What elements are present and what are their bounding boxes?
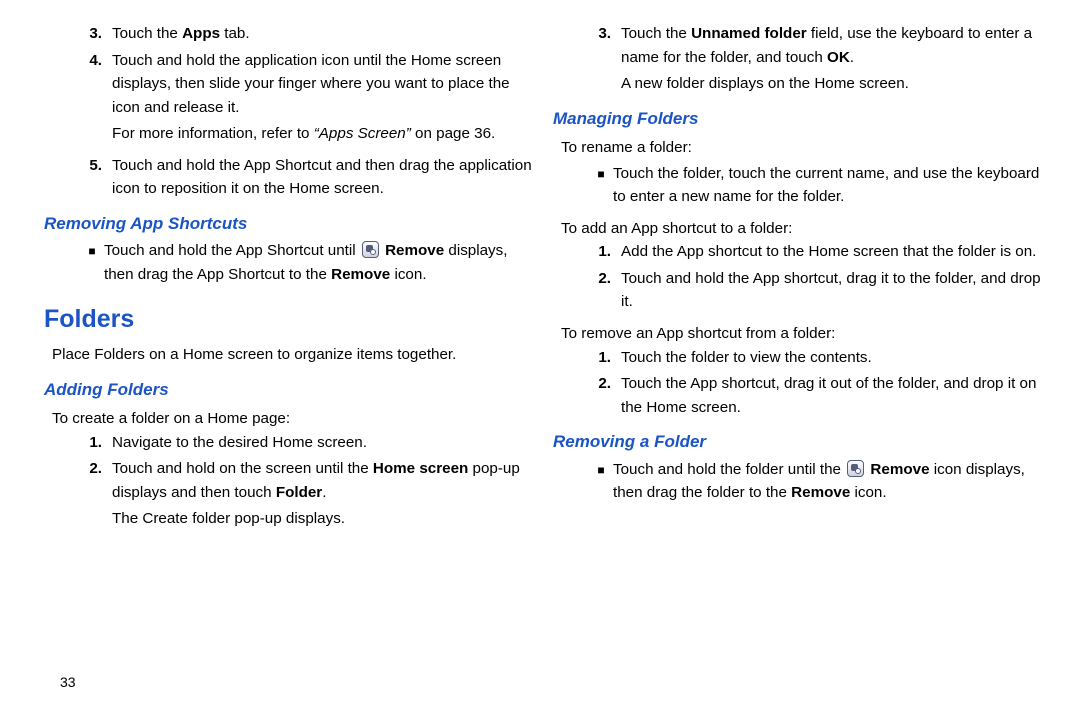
- step-5: 5. Touch and hold the App Shortcut and t…: [44, 154, 533, 201]
- remove-icon: [362, 241, 379, 258]
- step-number: 2.: [76, 457, 112, 504]
- add-step-2-note: The Create folder pop-up displays.: [44, 507, 533, 531]
- add-shortcut-intro: To add an App shortcut to a folder:: [553, 217, 1042, 241]
- step-text: Touch the Unnamed folder field, use the …: [621, 22, 1042, 69]
- step-3: 3. Touch the Apps tab.: [44, 22, 533, 46]
- step-number: 4.: [76, 49, 112, 120]
- step-number: 3.: [585, 22, 621, 69]
- page-number: 33: [60, 672, 76, 694]
- step-number: 1.: [76, 431, 112, 455]
- step-number: 2.: [585, 372, 621, 419]
- rename-intro: To rename a folder:: [553, 136, 1042, 160]
- folders-heading: Folders: [44, 300, 533, 339]
- step-text: Touch the App shortcut, drag it out of t…: [621, 372, 1042, 419]
- remove-shortcut-intro: To remove an App shortcut from a folder:: [553, 322, 1042, 346]
- bullet-text: Touch and hold the App Shortcut until Re…: [104, 239, 533, 286]
- bullet-text: Touch and hold the folder until the Remo…: [613, 458, 1042, 505]
- step-text: Touch the Apps tab.: [112, 22, 533, 46]
- step-text: Touch the folder to view the contents.: [621, 346, 1042, 370]
- r-step-3-note: A new folder displays on the Home screen…: [553, 72, 1042, 96]
- step-text: Touch and hold the App shortcut, drag it…: [621, 267, 1042, 314]
- rename-bullet: ■ Touch the folder, touch the current na…: [553, 162, 1042, 209]
- step-text: Touch and hold the App Shortcut and then…: [112, 154, 533, 201]
- step-number: 1.: [585, 346, 621, 370]
- removing-a-folder-heading: Removing a Folder: [553, 429, 1042, 455]
- step-text: Navigate to the desired Home screen.: [112, 431, 533, 455]
- step-text: Add the App shortcut to the Home screen …: [621, 240, 1042, 264]
- square-bullet-icon: ■: [589, 458, 613, 505]
- manual-page: 3. Touch the Apps tab. 4. Touch and hold…: [0, 0, 1080, 720]
- remS-step-1: 1. Touch the folder to view the contents…: [553, 346, 1042, 370]
- add-step-1: 1. Navigate to the desired Home screen.: [44, 431, 533, 455]
- square-bullet-icon: ■: [589, 162, 613, 209]
- remove-folder-bullet: ■ Touch and hold the folder until the Re…: [553, 458, 1042, 505]
- remove-shortcut-bullet: ■ Touch and hold the App Shortcut until …: [44, 239, 533, 286]
- step-4: 4. Touch and hold the application icon u…: [44, 49, 533, 120]
- adding-folders-heading: Adding Folders: [44, 377, 533, 403]
- add-step-2: 2. Touch and hold on the screen until th…: [44, 457, 533, 504]
- remove-icon: [847, 460, 864, 477]
- r-step-3: 3. Touch the Unnamed folder field, use t…: [553, 22, 1042, 69]
- bullet-text: Touch the folder, touch the current name…: [613, 162, 1042, 209]
- square-bullet-icon: ■: [80, 239, 104, 286]
- removing-app-shortcuts-heading: Removing App Shortcuts: [44, 211, 533, 237]
- step-number: 5.: [76, 154, 112, 201]
- left-column: 3. Touch the Apps tab. 4. Touch and hold…: [38, 22, 533, 710]
- remS-step-2: 2. Touch the App shortcut, drag it out o…: [553, 372, 1042, 419]
- right-column: 3. Touch the Unnamed folder field, use t…: [553, 22, 1042, 710]
- step-text: Touch and hold on the screen until the H…: [112, 457, 533, 504]
- step-number: 2.: [585, 267, 621, 314]
- step-text: Touch and hold the application icon unti…: [112, 49, 533, 120]
- folders-intro: Place Folders on a Home screen to organi…: [44, 343, 533, 367]
- addS-step-2: 2. Touch and hold the App shortcut, drag…: [553, 267, 1042, 314]
- step-number: 1.: [585, 240, 621, 264]
- addS-step-1: 1. Add the App shortcut to the Home scre…: [553, 240, 1042, 264]
- managing-folders-heading: Managing Folders: [553, 106, 1042, 132]
- adding-folders-intro: To create a folder on a Home page:: [44, 407, 533, 431]
- step-number: 3.: [76, 22, 112, 46]
- step-4-note: For more information, refer to “Apps Scr…: [44, 122, 533, 146]
